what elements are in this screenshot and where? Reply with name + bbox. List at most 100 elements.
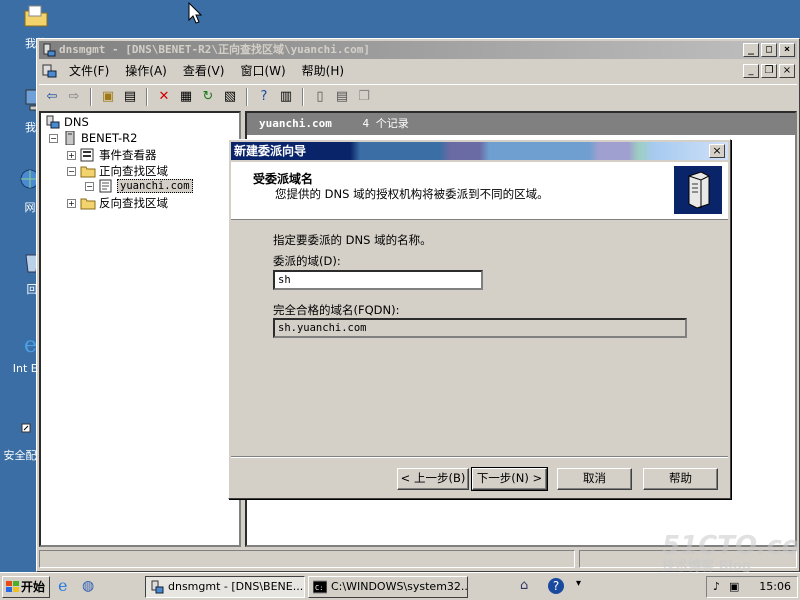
wizard-titlebar[interactable]: 新建委派向导 × [231,142,728,160]
caption-buttons: _ □ × [741,43,795,57]
help-button[interactable]: 帮助 [643,468,718,490]
wizard-body: 指定要委派的 DNS 域的名称。 委派的域(D): sh 完全合格的域名(FQD… [231,222,728,454]
tree-pane: DNS − BENET-R2 + 事件查看器 − 正向查找区域 − yuanch… [39,111,241,547]
refresh-icon[interactable]: ↻ [199,88,217,106]
tree-label: 事件查看器 [99,148,157,162]
delegated-domain-label: 委派的域(D): [273,254,341,268]
menu-file[interactable]: 文件(F) [61,61,117,81]
quick-launch: e ◍ [58,578,100,596]
desktop-quicklaunch-icon[interactable]: ◍ [82,578,100,596]
toolbar: ⇦ ⇨ ▣ ▤ ✕ ▦ ↻ ▧ ? ▥ ▯ ▤ ❐ [39,84,797,108]
forward-icon[interactable]: ⇨ [65,88,83,106]
collapse-toggle[interactable]: − [67,166,76,176]
tree-node-zone-yuanchi[interactable]: − yuanchi.com [85,179,193,193]
fqdn-label: 完全合格的域名(FQDN): [273,303,400,317]
expand-toggle[interactable]: + [67,150,76,160]
collapse-toggle[interactable]: − [49,133,58,143]
desktop-icon-label: 安全配 [3,449,37,462]
record-list-icon[interactable]: ▤ [333,88,351,106]
properties-icon[interactable]: ▦ [177,88,195,106]
help-tray-icon[interactable]: ? [548,578,564,594]
speaker-icon[interactable]: ♪ [713,577,720,597]
clock[interactable]: 15:06 [759,580,791,593]
mdi-restore-button[interactable]: ❐ [761,64,777,78]
tree-node-event-viewer[interactable]: + 事件查看器 [67,147,157,163]
wizard-title: 新建委派向导 [234,144,307,158]
start-button[interactable]: 开始 [2,576,50,598]
tree-label: DNS [64,115,89,129]
folder-icon [80,198,96,210]
delegated-domain-input[interactable]: sh [273,270,483,290]
back-icon[interactable]: ⇦ [43,88,61,106]
fqdn-field: sh.yuanchi.com [273,318,687,338]
server-graphic-icon [674,166,722,214]
console-view-icon[interactable]: ▥ [277,88,295,106]
wizard-header-subtitle: 您提供的 DNS 域的授权机构将被委派到不同的区域。 [275,187,549,201]
console-icon [42,64,57,78]
taskbar-extra-icons: ⌂ ? ▾ [520,578,586,594]
taskbar-item-label: dnsmgmt - [DNS\BENE... [168,580,304,593]
menu-view[interactable]: 查看(V) [175,61,233,81]
svg-text:C:: C: [315,584,323,592]
system-tray: ♪ ▣ 15:06 [706,576,798,598]
back-button[interactable]: < 上一步(B) [397,468,469,490]
dns-app-icon [151,580,164,594]
collapse-toggle[interactable]: − [85,181,94,191]
delete-icon[interactable]: ✕ [155,88,173,106]
minimize-button[interactable]: _ [743,43,759,57]
server-icon [65,131,75,145]
more-tray-icon[interactable]: ▾ [576,578,586,594]
event-viewer-icon [80,148,94,162]
new-delegation-wizard: 新建委派向导 × 受委派域名 您提供的 DNS 域的授权机构将被委派到不同的区域… [228,139,731,499]
network-status-icon[interactable]: ▣ [729,577,739,597]
mdi-close-button[interactable]: × [779,64,795,78]
toolbar-separator [146,87,148,106]
help-icon[interactable]: ? [255,88,273,106]
export-list-icon[interactable]: ▧ [221,88,239,106]
folder-icon [24,5,48,27]
mmc-title: dnsmgmt - [DNS\BENET-R2\正向查找区域\yuanchi.c… [59,43,371,56]
start-label: 开始 [21,580,46,594]
cancel-button[interactable]: 取消 [557,468,632,490]
taskbar-item-dnsmgmt[interactable]: dnsmgmt - [DNS\BENE... [145,576,305,598]
next-button[interactable]: 下一步(N) > [471,467,548,491]
taskbar-item-cmd[interactable]: C: C:\WINDOWS\system32... [308,576,468,598]
tree-node-forward-zones[interactable]: − 正向查找区域 [67,163,168,179]
taskbar: 开始 e ◍ dnsmgmt - [DNS\BENE... C: C:\WIND… [0,572,800,600]
tree-node-reverse-zones[interactable]: + 反向查找区域 [67,195,168,211]
server-icon[interactable]: ▯ [311,88,329,106]
tree-node-dns[interactable]: DNS [45,115,89,129]
up-folder-icon[interactable]: ▣ [99,88,117,106]
mmc-titlebar[interactable]: dnsmgmt - [DNS\BENET-R2\正向查找区域\yuanchi.c… [39,41,797,59]
expand-toggle[interactable]: + [67,198,76,208]
menu-help[interactable]: 帮助(H) [294,61,352,81]
tree-label: 正向查找区域 [99,164,168,178]
wizard-header-title: 受委派域名 [253,172,314,186]
menubar: 文件(F) 操作(A) 查看(V) 窗口(W) 帮助(H) [39,61,797,81]
show-hide-tree-icon[interactable]: ▤ [121,88,139,106]
tree-label: 反向查找区域 [99,196,168,210]
tree-label: BENET-R2 [81,131,138,145]
watermark: 51CTO.com 技术博客 Blog [662,532,800,574]
zone-icon [99,179,112,193]
maximize-button[interactable]: □ [761,43,777,57]
menu-action[interactable]: 操作(A) [117,61,175,81]
copy-records-icon[interactable]: ❐ [355,88,373,106]
tree-node-server[interactable]: − BENET-R2 [49,131,137,145]
mdi-minimize-button[interactable]: _ [743,64,759,78]
dns-icon [46,115,60,129]
menu-window[interactable]: 窗口(W) [232,61,293,81]
record-count: 4 个记录 [362,117,409,130]
toolbar-separator [246,87,248,106]
toolbar-separator [90,87,92,106]
folder-icon [80,166,96,178]
desktop-icon-security-config[interactable]: 安全配 [2,414,38,463]
wizard-separator [231,456,728,458]
close-button[interactable]: × [779,43,795,57]
shortcut-icon [21,423,31,433]
wizard-close-button[interactable]: × [709,144,725,158]
ie-quicklaunch-icon[interactable]: e [58,578,76,596]
watermark-line1: 51CTO.com [662,531,800,561]
network-tray-icon[interactable]: ⌂ [520,578,536,594]
cmd-icon: C: [313,580,327,594]
